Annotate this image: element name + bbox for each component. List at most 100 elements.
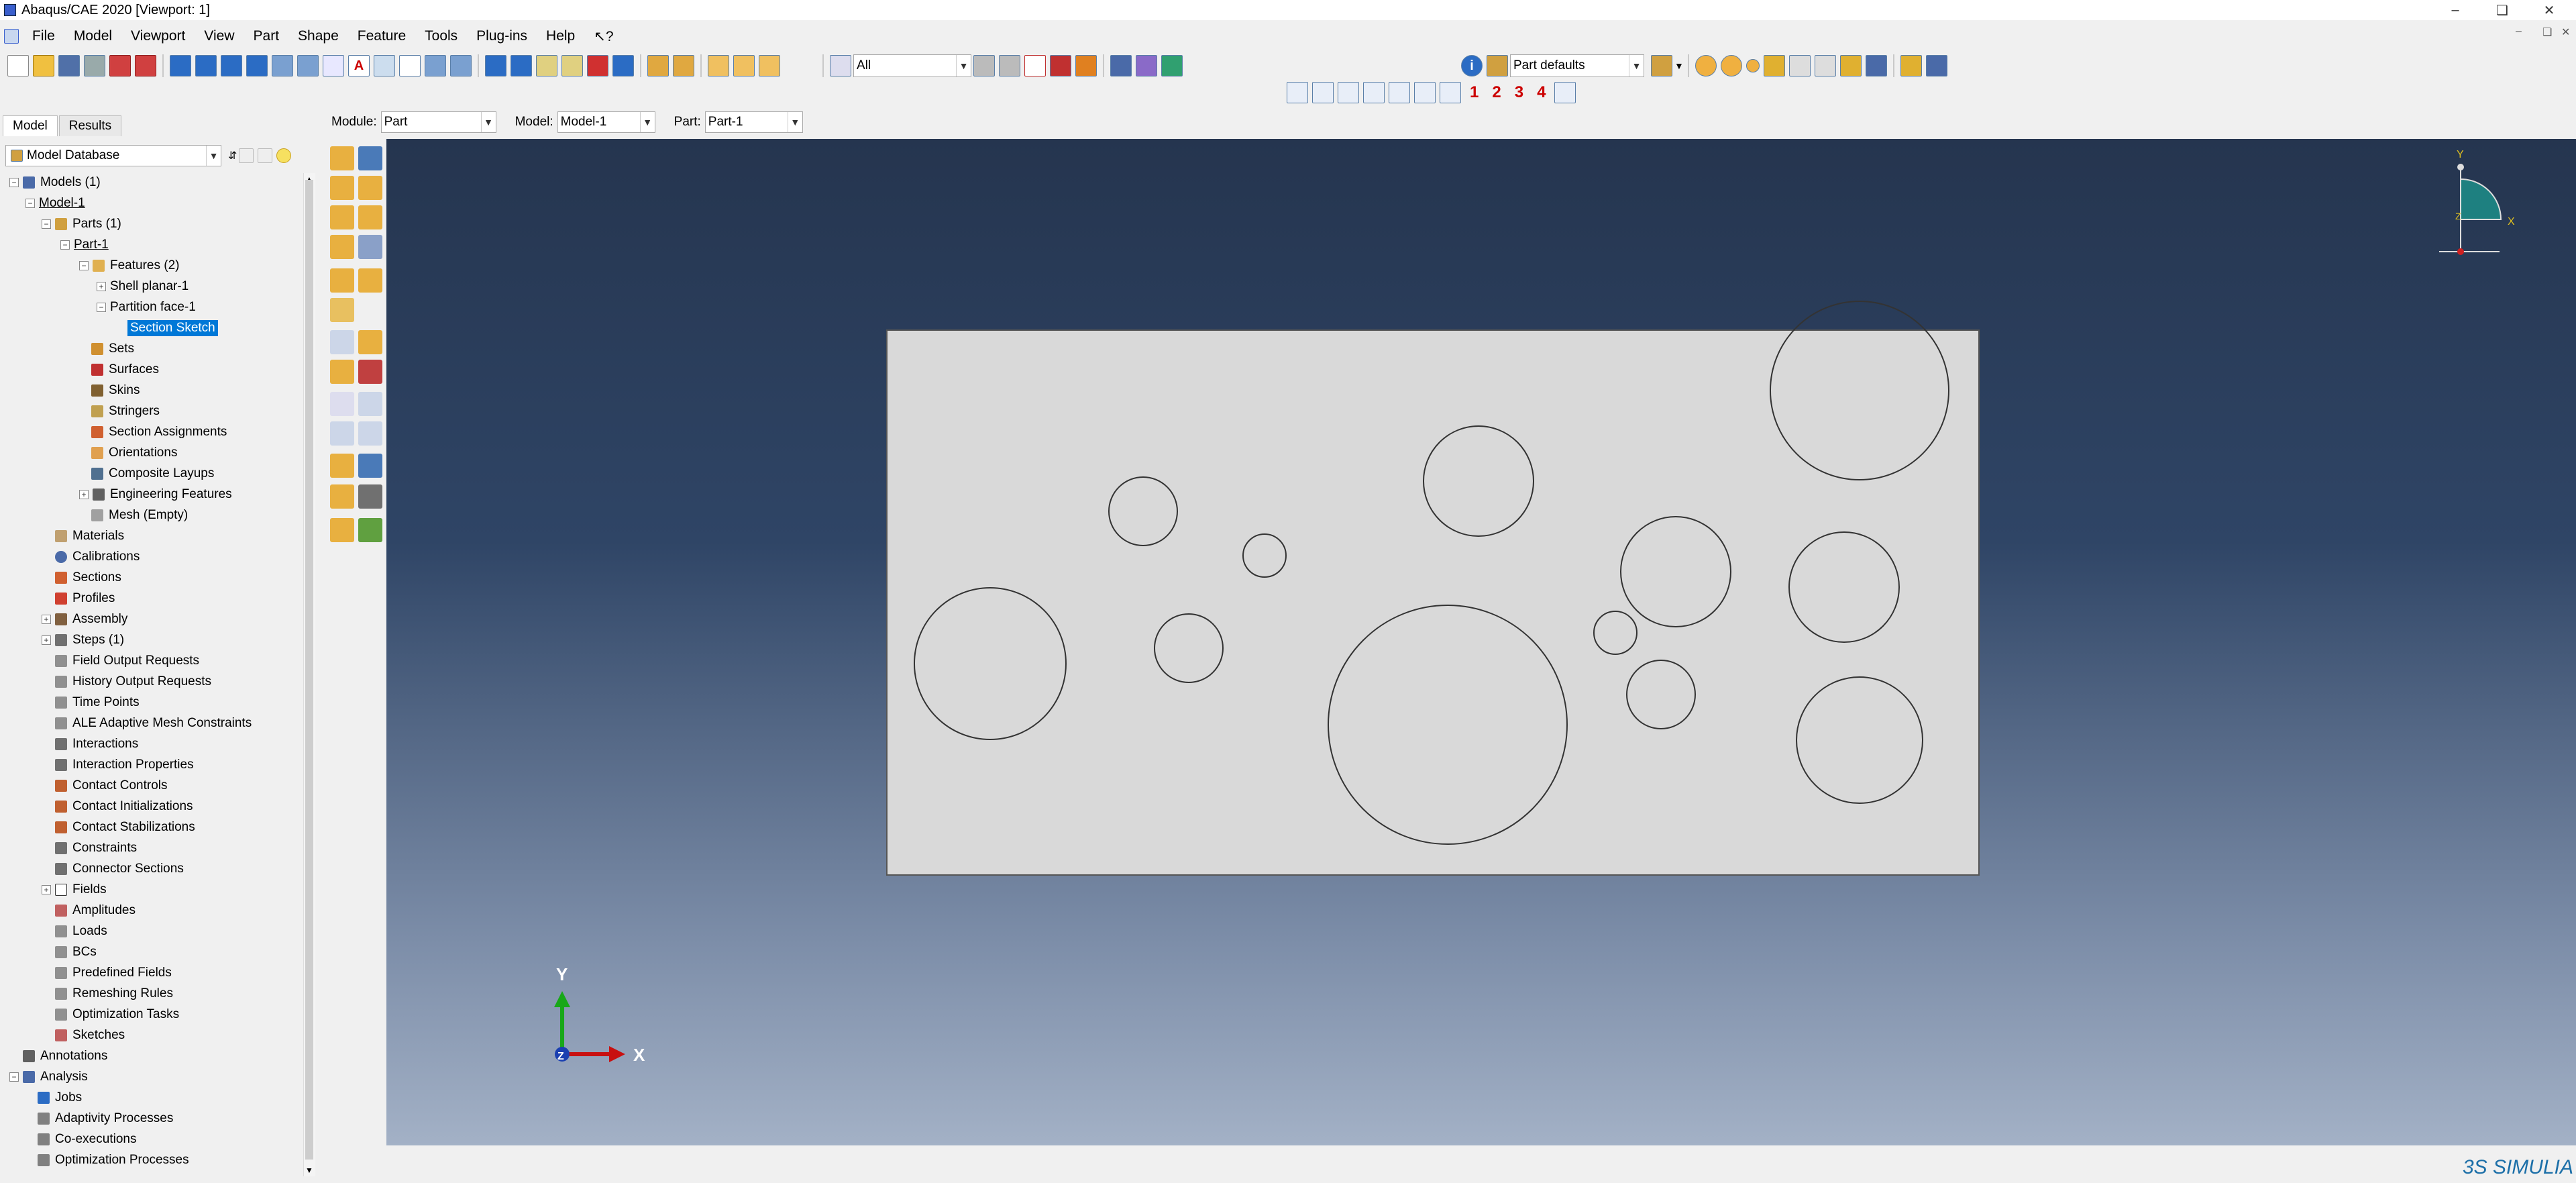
tab-results[interactable]: Results [58, 115, 122, 136]
tree-node[interactable]: Time Points [55, 693, 140, 712]
create-shell-icon[interactable] [358, 176, 382, 200]
tree-node[interactable]: Optimization Processes [38, 1151, 189, 1170]
virtual-topology-icon[interactable] [330, 518, 354, 542]
edit-feature-icon[interactable] [330, 298, 354, 322]
restore-button[interactable]: ❏ [2482, 0, 2522, 20]
menu-help[interactable]: Help [537, 28, 584, 44]
show-all-icon[interactable] [1839, 55, 1862, 76]
rotate-icon[interactable] [511, 55, 532, 76]
tree-node[interactable]: Sketches [55, 1026, 125, 1045]
magnify-icon[interactable] [536, 55, 557, 76]
collapse-icon[interactable]: − [42, 219, 51, 229]
mdi-close-button[interactable]: ✕ [2561, 25, 2570, 39]
tree-node[interactable]: Connector Sections [55, 860, 184, 878]
tree-node[interactable]: − Models (1) [9, 173, 101, 192]
create-datum-point-icon[interactable] [330, 330, 354, 354]
tree-node[interactable]: Skins [91, 381, 140, 400]
new-icon[interactable] [7, 55, 29, 76]
model-database-select[interactable]: Model Database ▼ [5, 145, 221, 166]
collapse-icon[interactable]: − [9, 1072, 19, 1082]
sketch-icon[interactable] [330, 484, 354, 509]
view-back-icon[interactable] [733, 55, 755, 76]
tree-node[interactable]: Calibrations [55, 548, 140, 566]
tree-node[interactable]: Contact Stabilizations [55, 818, 195, 837]
tree-node[interactable]: Stringers [91, 402, 160, 421]
tree-node[interactable]: Contact Initializations [55, 797, 193, 816]
tree-node[interactable]: Mesh (Empty) [91, 506, 188, 525]
tree-node[interactable]: Materials [55, 527, 124, 546]
part-manager-icon[interactable] [358, 146, 382, 170]
select-boundary-icon[interactable] [999, 55, 1020, 76]
expand-icon[interactable]: + [97, 282, 106, 291]
filter-icon[interactable] [239, 148, 254, 163]
cycle-views-icon[interactable] [612, 55, 634, 76]
collapse-icon[interactable]: − [97, 303, 106, 312]
tree-node[interactable]: Contact Controls [55, 776, 168, 795]
context-help-icon[interactable]: ↖? [584, 28, 623, 45]
close-button[interactable]: ✕ [2529, 0, 2569, 20]
print-icon[interactable] [84, 55, 105, 76]
shaded-icon[interactable] [1161, 55, 1183, 76]
create-solid-extrude-icon[interactable] [330, 176, 354, 200]
tree-node[interactable]: ALE Adaptive Mesh Constraints [55, 714, 252, 733]
display-group-icon[interactable] [1695, 55, 1717, 76]
menu-plugins[interactable]: Plug-ins [467, 28, 537, 44]
view-4-button[interactable]: 4 [1537, 83, 1546, 102]
color-mapping-icon[interactable] [1925, 55, 1947, 76]
scroll-down-arrow-icon[interactable]: ▼ [305, 1166, 313, 1175]
create-datum-csys-icon[interactable] [358, 360, 382, 384]
module-select[interactable]: Part ▼ [380, 111, 496, 133]
tree-node[interactable]: Adaptivity Processes [38, 1109, 173, 1128]
add-icon[interactable] [1746, 59, 1760, 72]
view-3-button[interactable]: 3 [1515, 83, 1523, 102]
tree-node[interactable]: + Steps (1) [42, 631, 124, 650]
tree-node[interactable]: Orientations [91, 444, 177, 462]
view-iso-icon[interactable] [759, 55, 780, 76]
set-manager-icon[interactable] [358, 518, 382, 542]
perspective-icon[interactable] [673, 55, 694, 76]
tree-node[interactable]: Optimization Tasks [55, 1005, 179, 1024]
select-items-icon[interactable] [1075, 55, 1097, 76]
fit-view-icon[interactable] [587, 55, 608, 76]
remove-icon[interactable] [1763, 55, 1785, 76]
tree-node[interactable]: + Fields [42, 880, 107, 899]
create-wire-icon[interactable] [330, 205, 354, 229]
viewport-menu-icon[interactable] [4, 29, 19, 44]
view-iso-axes-icon[interactable] [1440, 82, 1461, 103]
display-options-icon[interactable] [1651, 55, 1672, 76]
query-icon[interactable] [323, 55, 344, 76]
select-pointer-icon[interactable] [830, 55, 851, 76]
menu-feature[interactable]: Feature [348, 28, 415, 44]
table-icon[interactable] [425, 55, 446, 76]
menu-viewport[interactable]: Viewport [121, 28, 195, 44]
partition-face-icon[interactable] [330, 268, 354, 293]
text-annotation-icon[interactable]: A [348, 55, 370, 76]
expand-icon[interactable]: + [79, 490, 89, 499]
sort-updown-icon[interactable]: ⇵ [228, 149, 237, 162]
layout-3-icon[interactable] [221, 55, 242, 76]
tree-node[interactable]: Annotations [23, 1047, 107, 1066]
view-xz-icon[interactable] [1363, 82, 1385, 103]
tab-model[interactable]: Model [3, 115, 58, 136]
layout-2-icon[interactable] [195, 55, 217, 76]
tree-node[interactable]: Section Assignments [91, 423, 227, 442]
menu-tools[interactable]: Tools [415, 28, 467, 44]
menu-file[interactable]: File [23, 28, 64, 44]
tree-node[interactable]: Jobs [38, 1088, 82, 1107]
mdi-restore-button[interactable]: ❏ [2542, 25, 2552, 39]
tree-node[interactable]: − Analysis [9, 1068, 88, 1086]
tree-node[interactable]: Composite Layups [91, 464, 214, 483]
hidden-lines-icon[interactable] [1136, 55, 1157, 76]
menu-shape[interactable]: Shape [288, 28, 348, 44]
parallel-icon[interactable] [647, 55, 669, 76]
bulb-icon[interactable] [276, 148, 292, 163]
export-icon[interactable] [109, 55, 131, 76]
view-zy-icon[interactable] [1389, 82, 1410, 103]
view-yz-icon[interactable] [1312, 82, 1334, 103]
wireframe-icon[interactable] [1110, 55, 1132, 76]
tree-node[interactable]: Interaction Properties [55, 756, 194, 774]
menu-view[interactable]: View [195, 28, 244, 44]
abaqus-app-icon[interactable] [4, 4, 16, 16]
list-icon[interactable] [450, 55, 472, 76]
collapse-icon[interactable]: − [25, 199, 35, 208]
